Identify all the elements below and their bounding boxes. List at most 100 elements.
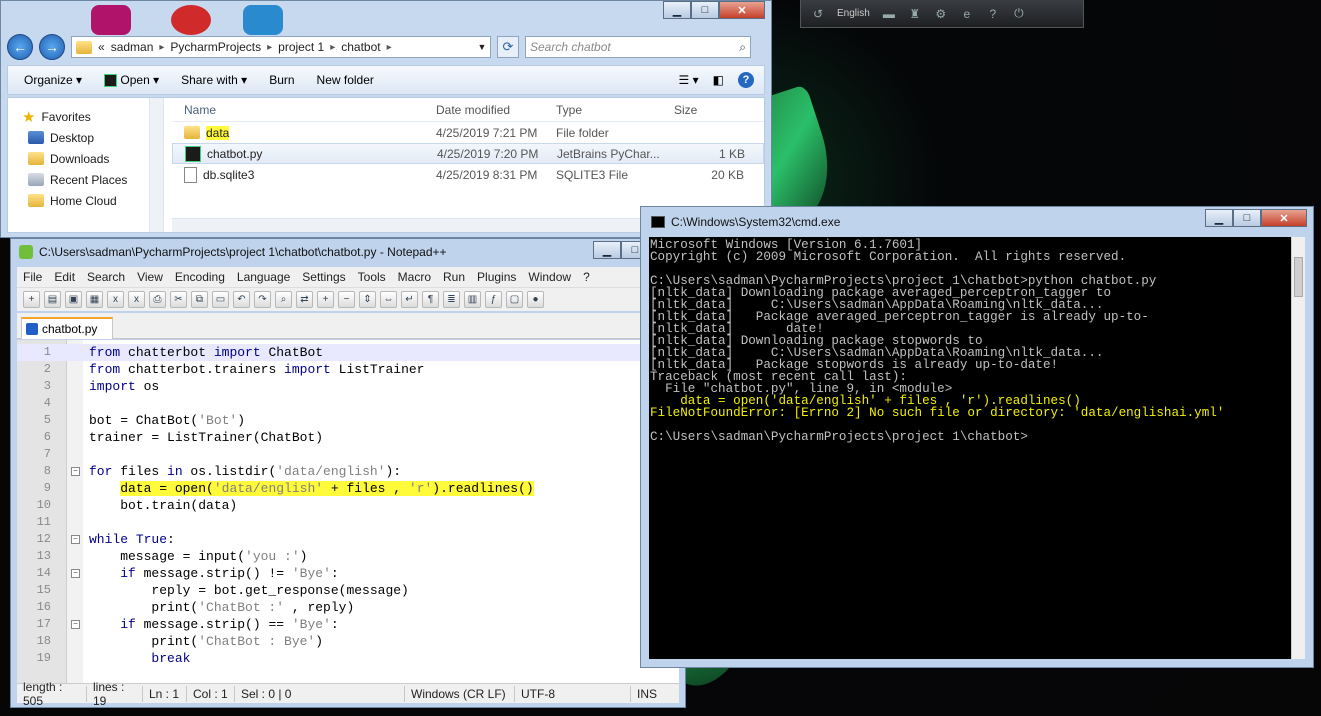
new-folder-button[interactable]: New folder <box>317 73 374 87</box>
zoom-out-icon[interactable]: − <box>338 291 355 308</box>
fold-toggle-icon[interactable]: − <box>71 467 80 476</box>
code-line[interactable]: 16 print('ChatBot :' , reply) <box>17 599 679 616</box>
close-button[interactable]: ✕ <box>1261 209 1307 227</box>
menu-macro[interactable]: Macro <box>398 270 431 284</box>
file-row[interactable]: chatbot.py 4/25/2019 7:20 PM JetBrains P… <box>172 143 764 164</box>
menu-file[interactable]: File <box>23 270 42 284</box>
vertical-scrollbar[interactable] <box>1291 237 1305 659</box>
open-button[interactable]: Open ▾ <box>104 73 159 88</box>
chevron-right-icon[interactable]: ▸ <box>387 42 392 53</box>
help-icon[interactable]: ? <box>986 7 1000 21</box>
preview-pane-icon[interactable]: ◧ <box>713 73 724 87</box>
search-input[interactable]: Search chatbot ⌕ <box>525 36 751 58</box>
code-line[interactable]: 9 data = open('data/english' + files , '… <box>17 480 679 497</box>
replace-icon[interactable]: ⇄ <box>296 291 313 308</box>
indent-guide-icon[interactable]: ≣ <box>443 291 460 308</box>
code-line[interactable]: 13 message = input('you :') <box>17 548 679 565</box>
fold-toggle-icon[interactable]: − <box>71 569 80 578</box>
nav-item-desktop[interactable]: Desktop <box>22 127 163 148</box>
menu-settings[interactable]: Settings <box>302 270 345 284</box>
menu-window[interactable]: Window <box>528 270 571 284</box>
redo-icon[interactable]: ↷ <box>254 291 271 308</box>
console-output[interactable]: Microsoft Windows [Version 6.1.7601] Copy… <box>649 237 1291 659</box>
breadcrumb-item[interactable]: chatbot <box>341 40 380 54</box>
code-line[interactable]: 8 − for files in os.listdir('data/english'… <box>17 463 679 480</box>
close-all-icon[interactable]: x <box>128 291 145 308</box>
language-indicator[interactable]: English <box>837 8 870 19</box>
nav-item-home-cloud[interactable]: Home Cloud <box>22 190 163 211</box>
menu-run[interactable]: Run <box>443 270 465 284</box>
file-row[interactable]: db.sqlite3 4/25/2019 8:31 PM SQLITE3 Fil… <box>172 164 764 185</box>
code-line[interactable]: 14 − if message.strip() != 'Bye': <box>17 565 679 582</box>
word-wrap-icon[interactable]: ↵ <box>401 291 418 308</box>
code-line[interactable]: 19 break <box>17 650 679 667</box>
share-with-button[interactable]: Share with ▾ <box>181 73 247 87</box>
menu-tools[interactable]: Tools <box>358 270 386 284</box>
save-all-icon[interactable]: ▦ <box>86 291 103 308</box>
chevron-down-icon[interactable]: ▼ <box>474 42 490 52</box>
column-date-modified[interactable]: Date modified <box>436 103 556 117</box>
code-line[interactable]: 12 − while True: <box>17 531 679 548</box>
app-icon[interactable]: ↺ <box>811 7 825 21</box>
code-line[interactable]: 18 print('ChatBot : Bye') <box>17 633 679 650</box>
nav-item-downloads[interactable]: Downloads <box>22 148 163 169</box>
fold-toggle-icon[interactable]: − <box>71 535 80 544</box>
chevron-right-icon[interactable]: ▸ <box>159 42 164 53</box>
print-icon[interactable]: ⎙ <box>149 291 166 308</box>
find-icon[interactable]: ⌕ <box>275 291 292 308</box>
code-line[interactable]: 17 − if message.strip() == 'Bye': <box>17 616 679 633</box>
save-icon[interactable]: ▣ <box>65 291 82 308</box>
refresh-button[interactable]: ⟳ <box>497 36 519 58</box>
code-line[interactable]: 5 bot = ChatBot('Bot') <box>17 412 679 429</box>
code-line[interactable]: 4 <box>17 395 679 412</box>
column-size[interactable]: Size <box>674 103 744 117</box>
code-line[interactable]: 11 <box>17 514 679 531</box>
tool-icon[interactable]: ♜ <box>908 7 922 21</box>
cut-icon[interactable]: ✂ <box>170 291 187 308</box>
menu-view[interactable]: View <box>137 270 163 284</box>
search-icon[interactable]: ⌕ <box>739 40 746 55</box>
power-icon[interactable]: ⏻ <box>1012 6 1026 21</box>
chevron-right-icon[interactable]: ▸ <box>330 42 335 53</box>
burn-button[interactable]: Burn <box>269 73 294 87</box>
show-all-chars-icon[interactable]: ¶ <box>422 291 439 308</box>
chevron-right-icon[interactable]: ▸ <box>267 42 272 53</box>
minimize-button[interactable]: ▁ <box>593 241 621 259</box>
tab-chatbot-py[interactable]: chatbot.py <box>21 317 113 339</box>
code-line[interactable]: 2 from chatterbot.trainers import ListTra… <box>17 361 679 378</box>
open-file-icon[interactable]: ▤ <box>44 291 61 308</box>
gear-icon[interactable]: ⚙ <box>934 7 948 21</box>
close-button[interactable]: ✕ <box>719 1 765 19</box>
menu-help[interactable]: ? <box>583 270 590 284</box>
record-macro-icon[interactable]: ● <box>527 291 544 308</box>
nav-item-recent-places[interactable]: Recent Places <box>22 169 163 190</box>
new-file-icon[interactable]: + <box>23 291 40 308</box>
column-name[interactable]: Name <box>172 103 436 117</box>
paste-icon[interactable]: ▭ <box>212 291 229 308</box>
menu-encoding[interactable]: Encoding <box>175 270 225 284</box>
close-file-icon[interactable]: x <box>107 291 124 308</box>
menu-plugins[interactable]: Plugins <box>477 270 516 284</box>
code-line[interactable]: 3 import os <box>17 378 679 395</box>
scrollbar[interactable] <box>149 98 163 232</box>
sync-horizontal-icon[interactable]: ⇔ <box>380 291 397 308</box>
organize-button[interactable]: Organize ▾ <box>24 73 82 87</box>
back-button[interactable]: ← <box>7 34 33 60</box>
column-type[interactable]: Type <box>556 103 674 117</box>
code-line[interactable]: 10 bot.train(data) <box>17 497 679 514</box>
breadcrumb-item[interactable]: PycharmProjects <box>170 40 261 54</box>
breadcrumb-item[interactable]: sadman <box>111 40 154 54</box>
sync-vertical-icon[interactable]: ⇕ <box>359 291 376 308</box>
file-row[interactable]: data 4/25/2019 7:21 PM File folder <box>172 122 764 143</box>
minimize-button[interactable]: ▁ <box>663 1 691 19</box>
copy-icon[interactable]: ⧉ <box>191 291 208 308</box>
undo-icon[interactable]: ↶ <box>233 291 250 308</box>
zoom-in-icon[interactable]: + <box>317 291 334 308</box>
menu-edit[interactable]: Edit <box>54 270 75 284</box>
browser-icon[interactable]: e <box>960 7 974 21</box>
scrollbar-thumb[interactable] <box>1294 257 1303 297</box>
doc-map-icon[interactable]: ▥ <box>464 291 481 308</box>
code-line[interactable]: 15 reply = bot.get_response(message) <box>17 582 679 599</box>
folder-workspace-icon[interactable]: ▢ <box>506 291 523 308</box>
code-line[interactable]: 1 from chatterbot import ChatBot <box>17 344 679 361</box>
